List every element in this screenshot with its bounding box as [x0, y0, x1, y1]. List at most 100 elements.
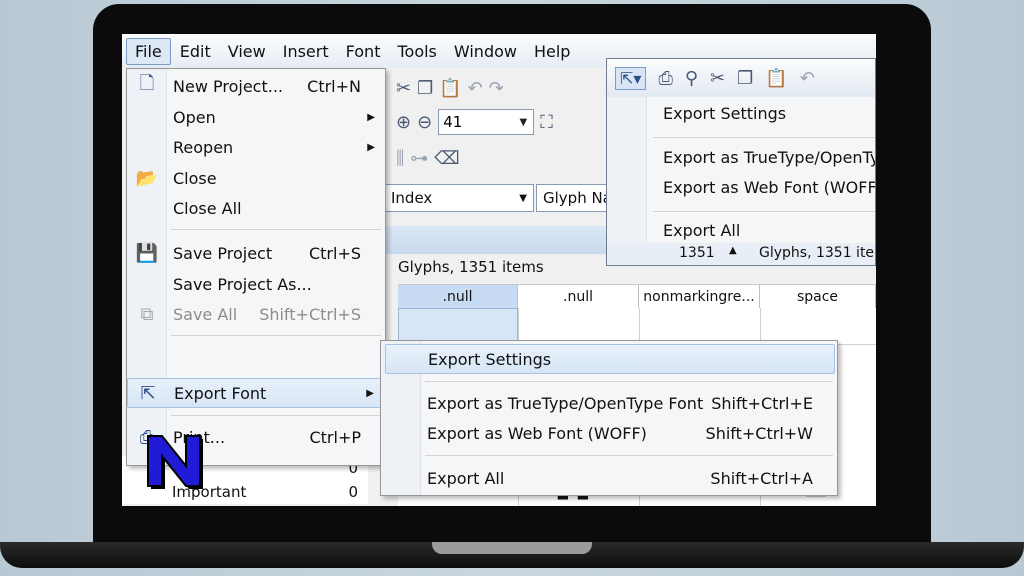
cut-icon[interactable]: ✂	[710, 68, 725, 89]
glyph-name-combo-label: Glyph Na	[543, 189, 612, 207]
menu-item-save-all[interactable]: ⧉ Save All Shift+Ctrl+S	[127, 299, 385, 329]
save-all-icon: ⧉	[140, 303, 154, 325]
index-combo-label: Index	[391, 189, 433, 207]
n-logo-icon	[147, 435, 203, 489]
copy-icon[interactable]: ❐	[737, 68, 753, 89]
new-document-icon: 🗋	[139, 73, 155, 94]
selected-glyph-cell[interactable]	[398, 308, 518, 344]
menu-separator	[653, 211, 875, 212]
undo-icon[interactable]: ↶	[800, 68, 815, 89]
floppy-disk-icon: 💾	[135, 242, 159, 264]
binoculars-icon[interactable]: ⚲	[685, 68, 698, 89]
menu-item-shortcut: Ctrl+P	[309, 427, 361, 447]
menu-insert[interactable]: Insert	[275, 39, 337, 64]
undo-icon[interactable]: ↶	[468, 78, 483, 99]
menu-separator	[425, 455, 833, 456]
menu-item-export-all[interactable]: Export All Shift+Ctrl+A	[381, 463, 837, 493]
index-combo[interactable]: Index ▼	[384, 184, 534, 212]
menu-gutter	[607, 97, 647, 243]
menu-tools[interactable]: Tools	[389, 39, 444, 64]
inset-glyph-count: 1351	[679, 245, 715, 261]
inset-menu-item-export-woff[interactable]: Export as Web Font (WOFF)	[663, 178, 875, 197]
menu-separator	[171, 229, 381, 230]
file-menu: 🗋 New Project... Ctrl+N Open ▶ Reopen ▶ …	[126, 68, 386, 466]
menu-item-label: Save Project As...	[173, 274, 312, 294]
align-icon[interactable]: ⫼	[396, 148, 404, 169]
redo-icon[interactable]: ↷	[489, 78, 504, 99]
inset-toolbar: ⇱▾ ⎙ ⚲ ✂ ❐ 📋 ↶	[607, 59, 875, 97]
grid-header: .null .null nonmarkingre... space	[398, 284, 876, 309]
menu-window[interactable]: Window	[446, 39, 525, 64]
menu-item-close-all[interactable]: Close All	[127, 193, 385, 223]
menu-item-shortcut: Ctrl+N	[307, 76, 361, 96]
inset-menu-item-export-truetype[interactable]: Export as TrueType/OpenTyp	[663, 148, 875, 167]
menu-item-label: Save All	[173, 304, 238, 324]
menu-help[interactable]: Help	[526, 39, 578, 64]
menu-item-export-settings[interactable]: Export Settings	[385, 344, 835, 374]
menu-item-label: Export Settings	[428, 349, 552, 369]
menu-item-label: Open	[173, 107, 216, 127]
cut-icon[interactable]: ✂	[396, 78, 411, 99]
inset-glyph-label: Glyphs, 1351 ite	[759, 245, 875, 261]
menu-item-label: Save Project	[173, 243, 273, 263]
inset-status-row: 1351 ▲ Glyphs, 1351 ite	[607, 243, 875, 265]
menu-item-open[interactable]: Open ▶	[127, 102, 385, 132]
app-window: File Edit View Insert Font Tools Window …	[122, 34, 876, 506]
copy-icon[interactable]: ❐	[417, 78, 433, 99]
menu-item-reopen[interactable]: Reopen ▶	[127, 132, 385, 162]
menu-file[interactable]: File	[126, 37, 171, 65]
sidebar-item-count: 0	[348, 483, 358, 501]
menu-item-shortcut: Ctrl+S	[308, 243, 361, 263]
zoom-in-icon[interactable]: ⊕	[396, 112, 411, 133]
submenu-arrow-icon: ▶	[367, 141, 375, 153]
chevron-down-icon: ▼	[519, 116, 528, 128]
menu-item-save-project-as[interactable]: Save Project As...	[127, 269, 385, 299]
menu-item-export-truetype[interactable]: Export as TrueType/OpenType Font Shift+C…	[381, 388, 837, 418]
menu-item-label: Reopen	[173, 137, 234, 157]
grid-header-cell[interactable]: nonmarkingre...	[639, 285, 760, 309]
menu-separator	[171, 335, 381, 336]
paste-icon[interactable]: 📋	[765, 68, 787, 89]
toolbar-edit: ✂ ❐ 📋 ↶ ↷	[384, 72, 604, 104]
inset-menu-item-export-settings[interactable]: Export Settings	[663, 104, 786, 123]
menu-item-label: Export Font	[174, 383, 267, 403]
menu-item-label: New Project...	[173, 76, 283, 96]
export-font-icon: ⇱	[140, 382, 156, 404]
grid-header-cell[interactable]: space	[760, 285, 876, 309]
metrics-icon[interactable]: ⊶	[410, 148, 428, 169]
menu-item-label: Export as TrueType/OpenType Font	[427, 393, 704, 413]
laptop-notch	[432, 542, 592, 554]
menu-edit[interactable]: Edit	[172, 39, 219, 64]
menu-view[interactable]: View	[220, 39, 274, 64]
menu-separator	[171, 415, 381, 416]
grid-header-cell[interactable]: .null	[518, 285, 639, 309]
grid-header-cell[interactable]: .null	[398, 285, 518, 309]
menu-separator	[425, 381, 833, 382]
zoom-out-icon[interactable]: ⊖	[417, 112, 432, 133]
menu-item-close[interactable]: 📂 Close	[127, 163, 385, 193]
fit-icon[interactable]: ⛶	[540, 112, 553, 133]
zoom-select[interactable]: 41 ▼	[438, 109, 535, 135]
menu-item-save-project[interactable]: 💾 Save Project Ctrl+S	[127, 238, 385, 268]
export-font-icon[interactable]: ⇱▾	[615, 66, 647, 90]
export-font-submenu: Export Settings Export as TrueType/OpenT…	[380, 340, 838, 496]
zoom-value: 41	[443, 113, 463, 131]
menu-item-export-woff[interactable]: Export as Web Font (WOFF) Shift+Ctrl+W	[381, 418, 837, 448]
menu-font[interactable]: Font	[338, 39, 389, 64]
zoomed-inset: ⇱▾ ⎙ ⚲ ✂ ❐ 📋 ↶ Export Settings Export as…	[606, 58, 876, 266]
menu-item-export-font[interactable]: ⇱ Export Font ▶	[127, 378, 385, 408]
toolbar-glyph: ⫼ ⊶ ⌫	[384, 142, 604, 174]
inset-menu-item-export-all[interactable]: Export All	[663, 221, 740, 240]
glyph-name-combo[interactable]: Glyph Na	[536, 184, 616, 212]
menu-item-label: Export All	[427, 468, 505, 488]
menu-item-new-project[interactable]: 🗋 New Project... Ctrl+N	[127, 71, 385, 101]
menu-separator	[653, 137, 875, 138]
folder-icon: 📂	[135, 167, 159, 189]
paste-icon[interactable]: 📋	[439, 78, 461, 99]
eraser-icon[interactable]: ⌫	[434, 148, 459, 169]
menu-item-shortcut: Shift+Ctrl+W	[705, 423, 813, 443]
printer-icon[interactable]: ⎙	[658, 68, 672, 89]
sort-up-icon: ▲	[729, 245, 737, 256]
menu-item-label: Export as Web Font (WOFF)	[427, 423, 647, 443]
menu-item-shortcut: Shift+Ctrl+E	[711, 393, 813, 413]
